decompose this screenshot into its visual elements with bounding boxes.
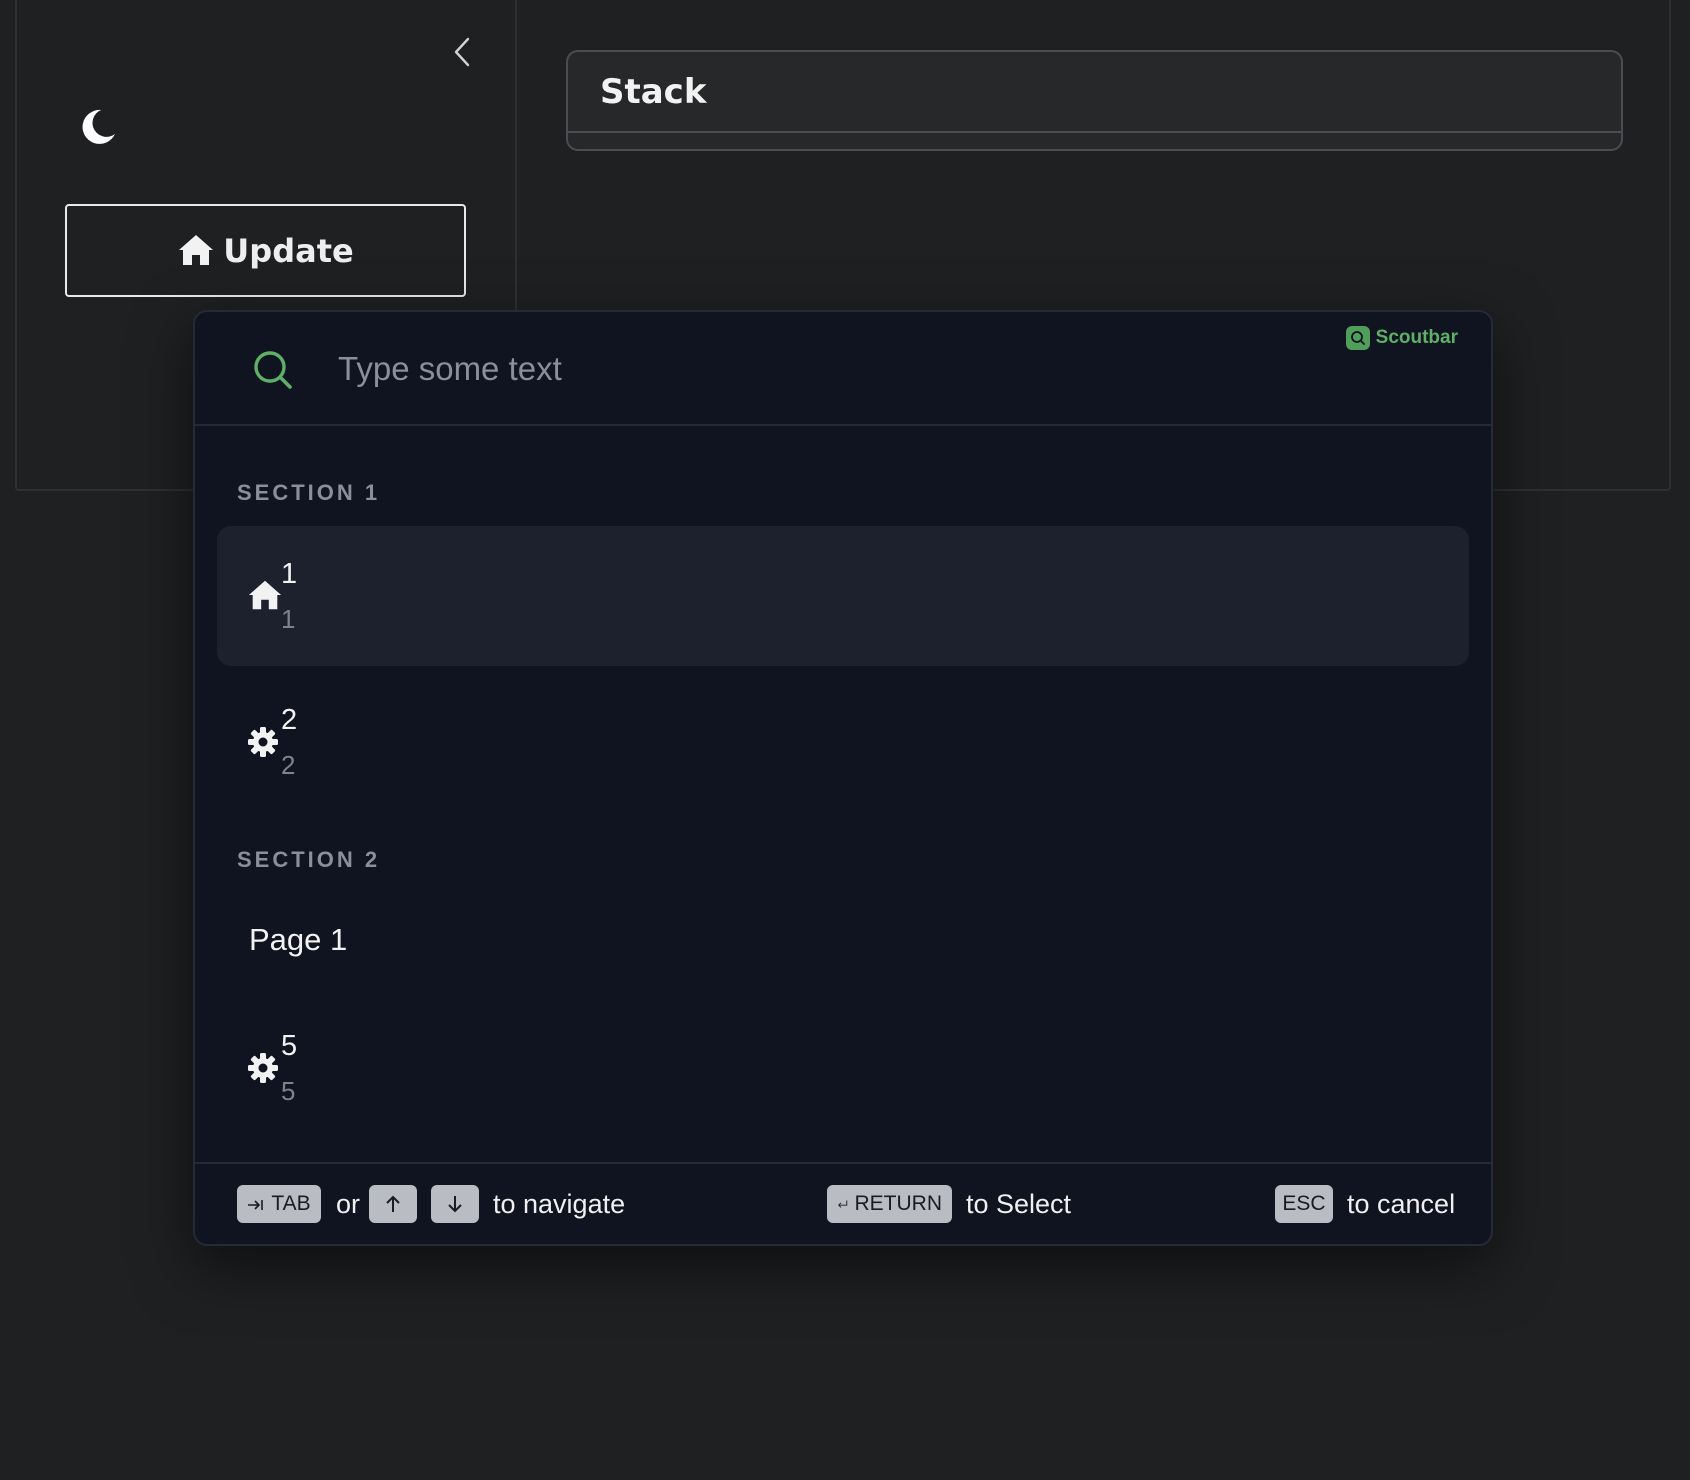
update-button[interactable]: Update bbox=[65, 204, 466, 297]
scoutbar-brand-label: Scoutbar bbox=[1375, 327, 1458, 348]
item-title: 1 bbox=[281, 558, 298, 590]
item-title: 2 bbox=[281, 704, 298, 736]
tab-key-label: TAB bbox=[271, 1192, 311, 1215]
collapse-sidebar-button[interactable] bbox=[442, 32, 482, 72]
item-description: 1 bbox=[281, 604, 296, 634]
item-description: 5 bbox=[281, 1076, 296, 1106]
tab-key: TAB bbox=[237, 1185, 321, 1223]
esc-key-label: ESC bbox=[1282, 1192, 1326, 1215]
item-title: Page 1 bbox=[249, 922, 348, 957]
footer-select: to Select bbox=[966, 1189, 1072, 1219]
search-input[interactable] bbox=[338, 334, 1238, 404]
footer-navigate: to navigate bbox=[493, 1189, 626, 1219]
list-item-5[interactable]: 5 5 bbox=[217, 998, 1469, 1138]
scoutbar-logo-icon bbox=[1345, 326, 1370, 350]
stack-title: Stack bbox=[568, 52, 1621, 133]
update-button-label: Update bbox=[223, 231, 354, 270]
tab-icon bbox=[248, 1200, 264, 1210]
item-description: 2 bbox=[281, 750, 296, 780]
search-row: Scoutbar bbox=[195, 312, 1491, 426]
arrow-up-key bbox=[369, 1185, 417, 1223]
home-icon bbox=[179, 234, 214, 265]
arrow-down-icon bbox=[448, 1196, 462, 1213]
gear-icon bbox=[248, 727, 278, 757]
footer-cancel: to cancel bbox=[1347, 1189, 1456, 1219]
arrow-down-key bbox=[431, 1185, 479, 1223]
stack-card: Stack bbox=[566, 50, 1623, 151]
chevron-left-icon bbox=[454, 37, 470, 67]
return-key-label: RETURN bbox=[854, 1192, 943, 1215]
gear-icon bbox=[248, 1053, 278, 1083]
arrow-up-icon bbox=[386, 1195, 400, 1212]
section-title: SECTION 2 bbox=[237, 847, 381, 872]
return-icon bbox=[838, 1200, 848, 1208]
search-icon bbox=[254, 351, 292, 389]
list-item-2[interactable]: 2 2 bbox=[217, 672, 1469, 812]
home-icon bbox=[248, 580, 282, 610]
scoutbar-modal: Scoutbar SECTION 1 1 1 2 2 bbox=[193, 310, 1493, 1246]
return-key: RETURN bbox=[827, 1185, 952, 1223]
scoutbar-footer: TAB or to navigate RETURN to Select ESC … bbox=[195, 1162, 1491, 1244]
list-item-page-1[interactable]: Page 1 bbox=[217, 892, 1469, 992]
section-title: SECTION 1 bbox=[237, 480, 381, 505]
esc-key: ESC bbox=[1275, 1185, 1333, 1223]
scoutbar-brand[interactable]: Scoutbar bbox=[1345, 326, 1458, 350]
item-title: 5 bbox=[281, 1030, 298, 1062]
list-item-1[interactable]: 1 1 bbox=[217, 526, 1469, 666]
footer-or: or bbox=[336, 1189, 361, 1219]
moon-icon[interactable] bbox=[75, 104, 119, 148]
